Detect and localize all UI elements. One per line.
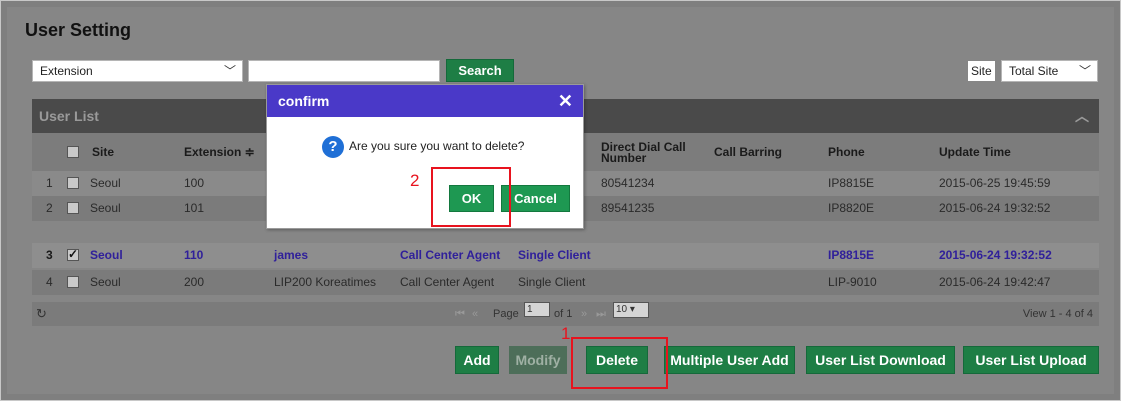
row-update-time: 2015-06-24 19:42:47 [939,275,1051,289]
row-phone: IP8815E [828,248,875,262]
last-page-icon[interactable]: ⏭ [596,302,606,326]
site-label: Site [968,61,995,81]
row-site: Seoul [90,201,121,215]
first-page-icon[interactable]: ⏮ [455,302,465,326]
column-call-barring[interactable]: Call Barring [714,133,782,171]
row-update-time: 2015-06-24 19:32:52 [939,201,1051,215]
search-button[interactable]: Search [446,59,514,82]
dialog-title-bar: confirm ✕ [267,85,583,117]
row-checkbox-checked[interactable] [67,242,79,267]
row-client: Single Client [518,248,591,262]
delete-highlight-box [571,337,668,389]
close-icon[interactable]: ✕ [558,85,573,117]
field-select[interactable]: Extension ﹀ [32,60,243,82]
user-list-title: User List [39,108,99,124]
site-select[interactable]: Total Site ﹀ [1001,60,1098,82]
row-number: 4 [46,275,53,289]
row-number: 3 [46,248,53,262]
chevron-down-icon: ﹀ [1078,64,1091,78]
row-direct-dial: 80541234 [601,176,655,190]
view-count-text: View 1 - 4 of 4 [1022,308,1093,320]
row-phone: IP8820E [828,201,875,215]
row-extension: 110 [184,248,204,262]
user-list-download-button[interactable]: User List Download [806,346,955,374]
column-extension[interactable]: Extension ≑ [184,133,255,171]
table-row-selected[interactable]: 3 Seoul 110 james Call Center Agent Sing… [32,242,1099,268]
user-list-upload-button[interactable]: User List Upload [963,346,1099,374]
search-input[interactable] [248,60,440,82]
question-icon: ? [322,136,344,158]
chevron-down-icon: ﹀ [223,64,236,78]
dialog-title: confirm [278,93,330,109]
page-label: Page [493,308,519,320]
modify-button[interactable]: Modify [509,346,567,374]
row-checkbox[interactable] [67,276,79,288]
multiple-user-add-button[interactable]: Multiple User Add [664,346,795,374]
row-role: Call Center Agent [400,275,495,289]
cancel-button[interactable]: Cancel [501,185,570,212]
select-all-checkbox[interactable] [67,146,79,158]
row-number: 2 [46,201,53,215]
row-phone: IP8815E [828,176,875,190]
page-of-label: of 1 [554,308,573,320]
confirm-dialog: confirm ✕ ? Are you sure you want to del… [266,84,584,229]
row-extension: 101 [184,201,205,215]
prev-page-icon[interactable]: « [472,302,478,326]
row-phone: LIP-9010 [828,275,877,289]
ok-highlight-box [431,167,511,227]
row-client: Single Client [518,275,586,289]
next-page-icon[interactable]: » [581,302,587,326]
refresh-icon[interactable]: ↻ [36,302,47,326]
dialog-message: Are you sure you want to delete? [349,139,525,153]
column-direct-dial[interactable]: Direct Dial Call Number [601,141,706,164]
table-row[interactable]: 4 Seoul 200 LIP200 Koreatimes Call Cente… [32,270,1099,295]
column-phone[interactable]: Phone [828,133,865,171]
row-extension: 100 [184,176,205,190]
row-update-time: 2015-06-25 19:45:59 [939,176,1051,190]
pager-bar: ↻ ⏮ « Page 1 of 1 » ⏭ 10 ▾ View 1 - 4 of… [32,302,1099,326]
row-role: Call Center Agent [400,248,501,262]
site-select-value: Total Site [1009,64,1059,78]
step-1-label: 1 [561,324,571,343]
row-site: Seoul [90,176,121,190]
row-update-time: 2015-06-24 19:32:52 [939,248,1052,262]
rows-per-page-select[interactable]: 10 ▾ [613,302,649,318]
row-site: Seoul [90,248,123,262]
row-number: 1 [46,176,53,190]
row-name: LIP200 Koreatimes [274,275,377,289]
row-checkbox[interactable] [67,177,79,189]
row-checkbox[interactable] [67,202,79,214]
collapse-icon[interactable]: ︿ [1075,99,1089,133]
row-site: Seoul [90,275,121,289]
add-button[interactable]: Add [455,346,499,374]
page-title: User Setting [25,20,132,40]
row-name: james [274,248,309,262]
column-site[interactable]: Site [92,133,114,171]
column-update-time[interactable]: Update Time [939,133,1011,171]
step-2-label: 2 [410,171,420,190]
row-direct-dial: 89541235 [601,201,655,215]
row-extension: 200 [184,275,205,289]
page-number-input[interactable]: 1 [524,302,550,317]
field-select-value: Extension [40,64,93,78]
rows-per-page-value: 10 [616,304,628,315]
